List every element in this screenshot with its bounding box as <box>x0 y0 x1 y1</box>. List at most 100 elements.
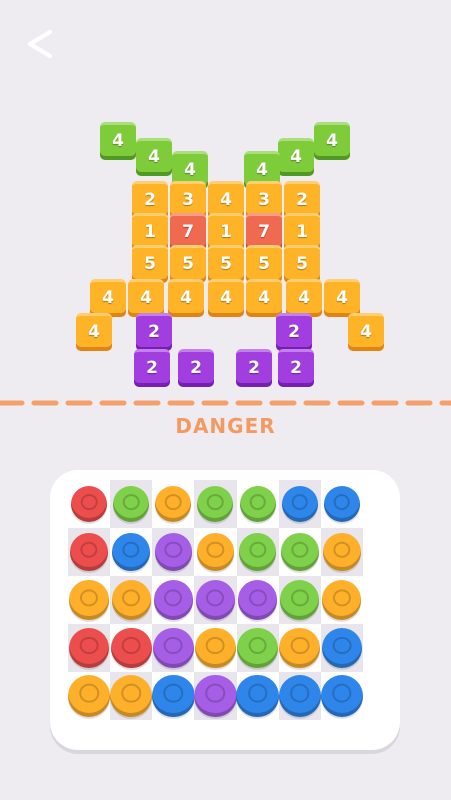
block-value: 4 <box>208 279 244 313</box>
block-value: 4 <box>278 138 314 172</box>
block-value: 1 <box>284 213 320 247</box>
block-value: 4 <box>76 313 112 347</box>
chip-ring <box>164 541 182 558</box>
chip-ring <box>122 493 140 510</box>
chip-ring <box>248 589 267 607</box>
number-block: 4 <box>136 138 174 178</box>
number-block: 4 <box>314 122 352 162</box>
block-value: 5 <box>284 245 320 279</box>
block-value: 4 <box>90 279 126 313</box>
color-chip-red[interactable] <box>70 533 108 571</box>
color-chip-green[interactable] <box>239 486 276 522</box>
color-chip-purple[interactable] <box>195 580 236 620</box>
color-chip-orange[interactable] <box>196 533 235 571</box>
color-chip-green[interactable] <box>113 486 150 522</box>
chip-ring <box>290 684 310 703</box>
block-value: 3 <box>170 181 206 215</box>
chip-ring <box>122 589 141 607</box>
number-block: 4 <box>348 313 386 353</box>
chip-ring <box>206 541 225 558</box>
block-value: 5 <box>246 245 282 279</box>
color-chip-orange[interactable] <box>111 580 151 620</box>
block-value: 2 <box>284 181 320 215</box>
color-chip-blue[interactable] <box>323 486 360 522</box>
block-value: 4 <box>136 138 172 172</box>
color-chip-blue[interactable] <box>236 674 279 718</box>
color-chip-purple[interactable] <box>153 580 193 620</box>
chip-ring <box>80 541 98 558</box>
chip-ring <box>248 541 267 558</box>
block-value: 4 <box>244 151 280 185</box>
block-value: 3 <box>246 181 282 215</box>
chip-ring <box>247 684 268 703</box>
block-value: 2 <box>236 349 272 383</box>
chip-ring <box>205 684 226 703</box>
color-chip-blue[interactable] <box>112 533 150 571</box>
chip-ring <box>249 493 266 510</box>
chip-ring <box>290 589 309 607</box>
color-chip-blue[interactable] <box>152 674 195 718</box>
chip-ring <box>206 636 225 655</box>
danger-line <box>0 400 451 406</box>
color-chip-green[interactable] <box>237 627 279 669</box>
block-value: 4 <box>348 313 384 347</box>
block-value: 2 <box>278 349 314 383</box>
color-chip-orange[interactable] <box>195 627 236 669</box>
block-value: 7 <box>246 213 282 247</box>
color-chip-green[interactable] <box>280 580 320 620</box>
danger-label: DANGER <box>175 414 276 438</box>
color-chip-red[interactable] <box>71 486 108 522</box>
block-value: 4 <box>172 151 208 185</box>
block-value: 7 <box>170 213 206 247</box>
chip-ring <box>163 684 184 703</box>
color-chip-orange[interactable] <box>69 580 109 620</box>
block-value: 4 <box>208 181 244 215</box>
color-chip-red[interactable] <box>110 627 152 669</box>
chip-ring <box>121 636 141 655</box>
chip-ring <box>291 493 309 510</box>
chip-ring <box>165 493 182 510</box>
chip-ring <box>80 493 98 510</box>
color-chip-blue[interactable] <box>278 674 321 718</box>
color-chip-purple[interactable] <box>152 627 194 669</box>
color-chip-orange[interactable] <box>323 533 361 571</box>
block-value: 2 <box>134 349 170 383</box>
color-chip-purple[interactable] <box>238 580 278 620</box>
chip-ring <box>79 684 99 703</box>
color-chip-blue[interactable] <box>320 674 364 718</box>
block-value: 1 <box>208 213 244 247</box>
number-block: 4 <box>100 122 138 162</box>
number-block: 4 <box>76 313 114 353</box>
color-chip-green[interactable] <box>238 533 277 571</box>
block-value: 5 <box>170 245 206 279</box>
block-value: 4 <box>128 279 164 313</box>
color-chip-green[interactable] <box>280 533 319 571</box>
number-block: 4 <box>278 138 316 178</box>
block-value: 4 <box>100 122 136 156</box>
number-block: 2 <box>276 313 314 353</box>
color-chip-blue[interactable] <box>281 486 318 522</box>
block-value: 1 <box>132 213 168 247</box>
block-value: 2 <box>136 313 172 347</box>
chip-ring <box>332 589 351 607</box>
chip-ring <box>207 493 224 510</box>
number-block: 4 <box>208 279 246 319</box>
number-block: 2 <box>134 349 172 389</box>
block-value: 2 <box>178 349 214 383</box>
number-block: 2 <box>236 349 274 389</box>
block-value: 2 <box>132 181 168 215</box>
chip-ring <box>122 541 140 558</box>
block-value: 4 <box>324 279 360 313</box>
color-chip-purple[interactable] <box>194 674 237 718</box>
chip-ring <box>291 541 309 558</box>
color-chip-orange[interactable] <box>322 580 362 620</box>
block-value: 2 <box>276 313 312 347</box>
block-value: 5 <box>132 245 168 279</box>
number-block: 2 <box>178 349 216 389</box>
chip-ring <box>248 636 267 655</box>
color-chip-purple[interactable] <box>154 533 193 571</box>
chip-ring <box>332 636 352 655</box>
chip-ring <box>333 493 351 510</box>
block-value: 4 <box>168 279 204 313</box>
block-value: 4 <box>314 122 350 156</box>
